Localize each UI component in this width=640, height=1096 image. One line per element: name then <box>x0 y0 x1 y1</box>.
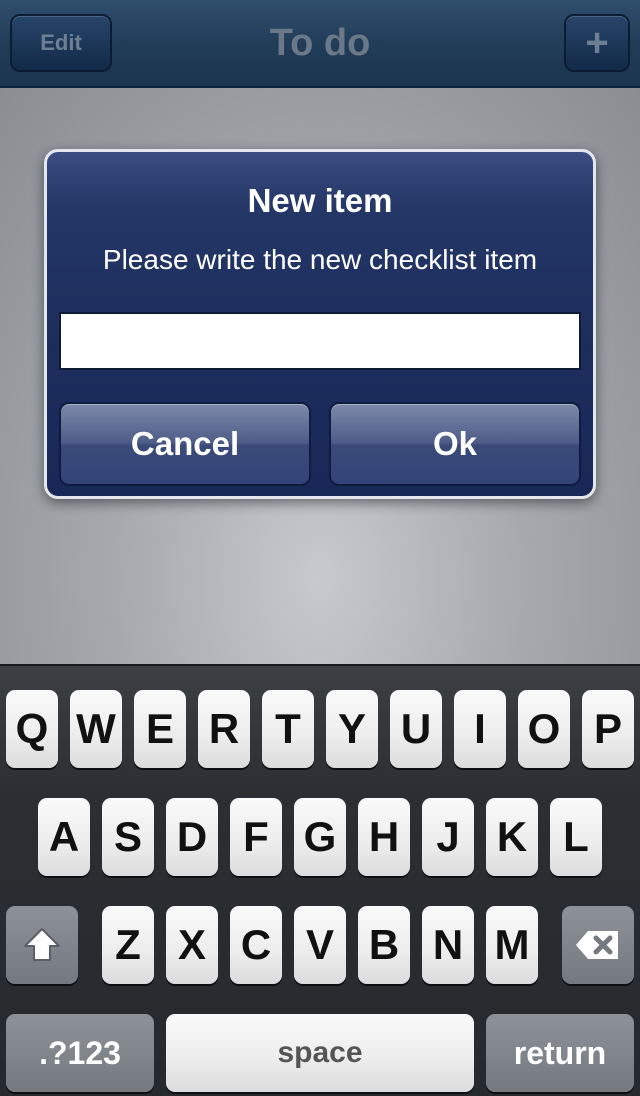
alert-message: Please write the new checklist item <box>102 244 538 275</box>
key-t[interactable]: T <box>262 690 314 768</box>
numbers-key[interactable]: .?123 <box>6 1014 154 1092</box>
key-k[interactable]: K <box>486 798 538 876</box>
new-item-input[interactable] <box>59 312 581 370</box>
key-m[interactable]: M <box>486 906 538 984</box>
edit-button[interactable]: Edit <box>10 14 112 72</box>
key-s[interactable]: S <box>102 798 154 876</box>
key-p[interactable]: P <box>582 690 634 768</box>
key-v[interactable]: V <box>294 906 346 984</box>
shift-icon <box>24 928 60 961</box>
shift-key[interactable] <box>6 906 78 984</box>
key-i[interactable]: I <box>454 690 506 768</box>
cancel-button[interactable]: Cancel <box>59 402 311 486</box>
key-u[interactable]: U <box>390 690 442 768</box>
key-x[interactable]: X <box>166 906 218 984</box>
key-r[interactable]: R <box>198 690 250 768</box>
key-y[interactable]: Y <box>326 690 378 768</box>
key-w[interactable]: W <box>70 690 122 768</box>
space-key[interactable]: space <box>166 1014 474 1092</box>
key-d[interactable]: D <box>166 798 218 876</box>
key-e[interactable]: E <box>134 690 186 768</box>
key-n[interactable]: N <box>422 906 474 984</box>
key-a[interactable]: A <box>38 798 90 876</box>
ok-button[interactable]: Ok <box>329 402 581 486</box>
key-c[interactable]: C <box>230 906 282 984</box>
alert-title: New item <box>247 182 393 219</box>
key-j[interactable]: J <box>422 798 474 876</box>
key-f[interactable]: F <box>230 798 282 876</box>
keyboard: QWERTYUIOP ASDFGHJKL ZXCVBNM .?123 space… <box>0 664 640 1096</box>
navigation-bar: Edit To do + <box>0 0 640 88</box>
page-title: To do <box>269 22 371 64</box>
delete-icon <box>576 931 618 959</box>
key-h[interactable]: H <box>358 798 410 876</box>
add-item-button[interactable]: + <box>564 14 630 72</box>
delete-key[interactable] <box>562 906 634 984</box>
key-z[interactable]: Z <box>102 906 154 984</box>
key-b[interactable]: B <box>358 906 410 984</box>
key-g[interactable]: G <box>294 798 346 876</box>
new-item-alert: New item Please write the new checklist … <box>44 149 596 499</box>
key-o[interactable]: O <box>518 690 570 768</box>
return-key[interactable]: return <box>486 1014 634 1092</box>
key-l[interactable]: L <box>550 798 602 876</box>
key-q[interactable]: Q <box>6 690 58 768</box>
